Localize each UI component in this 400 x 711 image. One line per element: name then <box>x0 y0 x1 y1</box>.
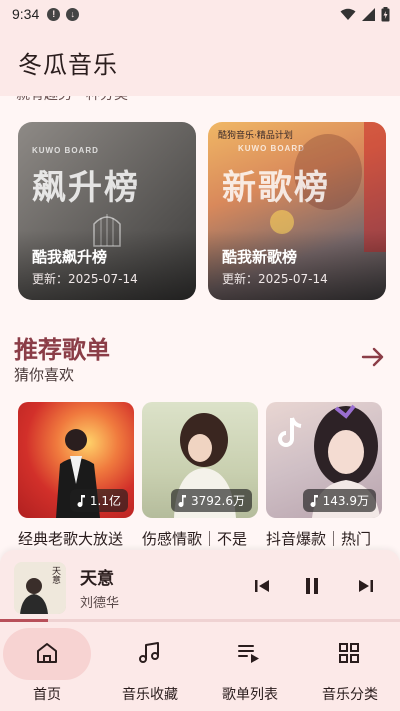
music-note-icon <box>178 494 186 507</box>
board-name: 酷我新歌榜 <box>222 248 298 266</box>
board-date: 更新：2025-07-14 <box>32 272 138 286</box>
app-bar: 冬瓜音乐 <box>0 28 400 96</box>
pause-icon <box>306 578 318 594</box>
nav-item-playlists[interactable]: 歌单列表 <box>200 622 300 711</box>
play-count: 1.1亿 <box>89 494 121 508</box>
board-big-title: 新歌榜 <box>222 168 330 208</box>
skip-next-button[interactable] <box>352 572 380 600</box>
playlist-name: 抖音爆款｜热门 <box>266 530 372 548</box>
music-note-icon <box>139 642 159 663</box>
nav-label: 首页 <box>33 687 61 703</box>
board-card-soaring[interactable]: KUWO BOARD 飙升榜 酷我飙升榜 更新：2025-07-14 <box>18 122 196 300</box>
signal-icon <box>362 7 375 21</box>
alert-icon: ! <box>47 7 61 21</box>
playlist-name: 经典老歌大放送 <box>18 530 124 548</box>
nav-label: 音乐分类 <box>322 687 378 703</box>
playlist-icon <box>238 645 259 663</box>
grid-icon <box>339 643 359 663</box>
status-time: 9:34 <box>12 6 40 22</box>
bottom-nav: 首页 音乐收藏 歌单列表 音乐分类 <box>0 622 400 711</box>
status-right-icons <box>340 6 390 22</box>
play-count-badge: 1.1亿 <box>69 489 128 512</box>
wifi-icon <box>340 8 356 20</box>
cover-text: 天意 <box>50 566 60 584</box>
now-playing-title: 天意 <box>80 569 114 589</box>
nav-label: 歌单列表 <box>222 687 278 703</box>
playlist-cover: 3792.6万 <box>142 402 258 518</box>
playlist-card[interactable]: 3792.6万 伤感情歌｜不是 <box>142 402 260 549</box>
board-big-title: 飙升榜 <box>32 168 140 208</box>
home-icon <box>37 643 57 663</box>
status-bar: 9:34 ! ↓ <box>0 0 400 28</box>
download-icon: ↓ <box>66 7 80 21</box>
playlist-name: 伤感情歌｜不是 <box>142 530 248 548</box>
now-playing-cover: 天意 <box>14 562 66 614</box>
now-playing-artist: 刘德华 <box>80 596 120 611</box>
play-count-badge: 3792.6万 <box>171 489 252 512</box>
pause-button[interactable] <box>298 572 326 600</box>
app-title: 冬瓜音乐 <box>18 50 118 79</box>
play-count-badge: 143.9万 <box>302 489 376 512</box>
playlist-cover: 143.9万 <box>266 402 382 518</box>
board-date: 更新：2025-07-14 <box>222 272 328 286</box>
board-name: 酷我飙升榜 <box>32 248 108 266</box>
music-note-icon <box>310 494 318 507</box>
battery-icon <box>381 6 390 21</box>
arrow-right-icon[interactable] <box>360 344 386 370</box>
skip-previous-button[interactable] <box>248 572 276 600</box>
nav-item-music-categories[interactable]: 音乐分类 <box>300 622 400 711</box>
music-note-icon <box>77 494 85 507</box>
nav-item-home[interactable]: 首页 <box>0 622 100 711</box>
nav-item-music-favorites[interactable]: 音乐收藏 <box>100 622 200 711</box>
playlist-card[interactable]: 143.9万 抖音爆款｜热门 <box>266 402 384 549</box>
board-card-new-songs[interactable]: 酷狗音乐·精品计划 KUWO BOARD 新歌榜 酷我新歌榜 更新：2025-0… <box>208 122 386 300</box>
play-count: 143.9万 <box>322 494 369 508</box>
skip-previous-icon <box>255 580 269 592</box>
section-title: 推荐歌单 <box>14 336 110 364</box>
play-count: 3792.6万 <box>191 494 245 508</box>
nav-label: 音乐收藏 <box>122 687 178 703</box>
board-tag: KUWO BOARD <box>32 146 99 155</box>
playlist-card[interactable]: 1.1亿 经典老歌大放送 <box>18 402 136 549</box>
mini-player[interactable]: 天意 天意 刘德华 <box>0 550 400 622</box>
skip-next-icon <box>359 580 373 592</box>
playlist-cover: 1.1亿 <box>18 402 134 518</box>
status-left-icons: ! ↓ <box>47 7 80 21</box>
section-subtitle: 猜你喜欢 <box>14 366 75 384</box>
